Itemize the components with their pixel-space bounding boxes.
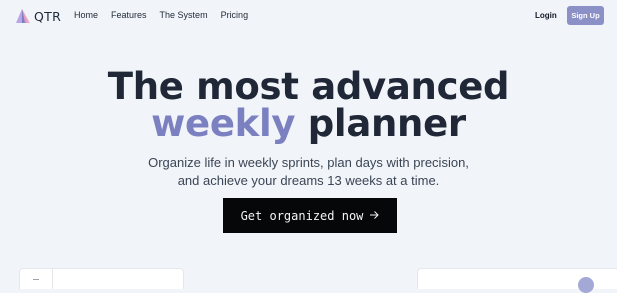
hero-title-rest: planner: [307, 102, 466, 145]
triangle-logo-icon: [15, 8, 31, 24]
arrow-right-icon: [369, 209, 380, 223]
main-nav: Home Features The System Pricing: [74, 10, 248, 20]
nav-link-home[interactable]: Home: [74, 10, 98, 20]
brand-logo[interactable]: QTR: [15, 8, 61, 24]
nav-link-the-system[interactable]: The System: [160, 10, 208, 20]
preview-card-left: [19, 268, 184, 289]
preview-card-right: [417, 268, 617, 293]
hero-section: The most advanced weekly planner Organiz…: [0, 68, 617, 190]
top-navbar: QTR Home Features The System Pricing Log…: [0, 0, 617, 32]
hero-title: The most advanced weekly planner: [0, 68, 617, 142]
hero-title-accent: weekly: [151, 102, 296, 145]
cta-label: Get organized now: [240, 208, 364, 223]
card-divider: [52, 269, 53, 289]
menu-icon: [33, 279, 39, 280]
login-link[interactable]: Login: [535, 11, 557, 20]
nav-link-pricing[interactable]: Pricing: [221, 10, 249, 20]
nav-link-features[interactable]: Features: [111, 10, 147, 20]
get-organized-button[interactable]: Get organized now: [223, 198, 397, 233]
hero-subtitle: Organize life in weekly sprints, plan da…: [0, 154, 617, 190]
signup-button[interactable]: Sign Up: [567, 6, 604, 25]
hero-subtitle-line1: Organize life in weekly sprints, plan da…: [148, 155, 469, 170]
avatar: [578, 277, 594, 293]
hero-title-line1: The most advanced: [107, 65, 510, 108]
brand-name: QTR: [34, 8, 62, 24]
hero-subtitle-line2: and achieve your dreams 13 weeks at a ti…: [177, 173, 440, 188]
hero-title-line2: weekly planner: [0, 105, 617, 142]
